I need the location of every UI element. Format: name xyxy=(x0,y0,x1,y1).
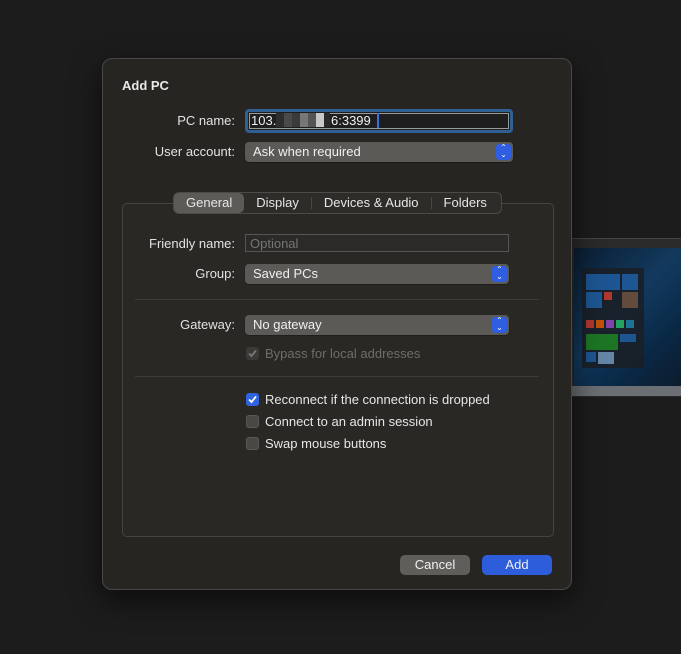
pc-name-input[interactable]: 103. 6:3399 xyxy=(245,109,513,133)
reconnect-checkbox[interactable] xyxy=(246,393,259,406)
text-caret xyxy=(377,113,379,128)
divider xyxy=(135,299,539,300)
chevron-updown-icon: ⌃ ⌄ xyxy=(496,144,511,160)
friendly-name-label: Friendly name: xyxy=(149,236,235,251)
cancel-button[interactable]: Cancel xyxy=(400,555,470,575)
admin-session-checkbox[interactable] xyxy=(246,415,259,428)
gateway-label: Gateway: xyxy=(180,317,235,332)
dialog-title: Add PC xyxy=(122,78,169,93)
pc-name-value-prefix: 103. xyxy=(251,113,277,128)
group-label: Group: xyxy=(195,266,235,281)
tab-panel: Friendly name: Group: Saved PCs ⌃⌄ Gatew… xyxy=(122,203,554,537)
add-pc-dialog: Add PC PC name: 103. 6:3399 User account… xyxy=(102,58,572,590)
swap-mouse-checkbox[interactable] xyxy=(246,437,259,450)
gateway-value: No gateway xyxy=(253,317,322,332)
checkmark-icon xyxy=(248,395,257,404)
tab-bar: General Display Devices & Audio Folders xyxy=(173,192,502,214)
chevron-updown-icon: ⌃ ⌄ xyxy=(492,266,507,282)
friendly-name-input[interactable] xyxy=(245,234,509,252)
group-value: Saved PCs xyxy=(253,266,319,281)
add-button[interactable]: Add xyxy=(482,555,552,575)
user-account-value: Ask when required xyxy=(253,144,361,159)
tab-devices-audio[interactable]: Devices & Audio xyxy=(312,193,431,213)
chevron-updown-icon: ⌃ ⌄ xyxy=(492,317,507,333)
admin-session-label: Connect to an admin session xyxy=(265,414,433,429)
pc-name-label: PC name: xyxy=(177,113,235,128)
bypass-local-label: Bypass for local addresses xyxy=(265,346,421,361)
pc-name-value-suffix: 6:3399 xyxy=(331,113,371,128)
start-menu-preview xyxy=(582,268,644,368)
reconnect-label: Reconnect if the connection is dropped xyxy=(265,392,490,407)
tab-general[interactable]: General xyxy=(174,193,245,213)
gateway-select[interactable]: No gateway ⌃ ⌄ xyxy=(245,315,509,335)
device-base xyxy=(572,386,681,396)
group-select[interactable]: Saved PCs ⌃ ⌄ xyxy=(245,264,509,284)
tab-folders[interactable]: Folders xyxy=(432,193,499,213)
tab-display[interactable]: Display xyxy=(244,193,311,213)
swap-mouse-label: Swap mouse buttons xyxy=(265,436,387,451)
divider xyxy=(135,376,539,377)
bypass-local-checkbox[interactable] xyxy=(246,347,259,360)
checkmark-icon xyxy=(248,349,257,358)
user-account-label: User account: xyxy=(154,144,235,159)
user-account-select[interactable]: Ask when required ⌃ ⌄ xyxy=(245,142,513,162)
